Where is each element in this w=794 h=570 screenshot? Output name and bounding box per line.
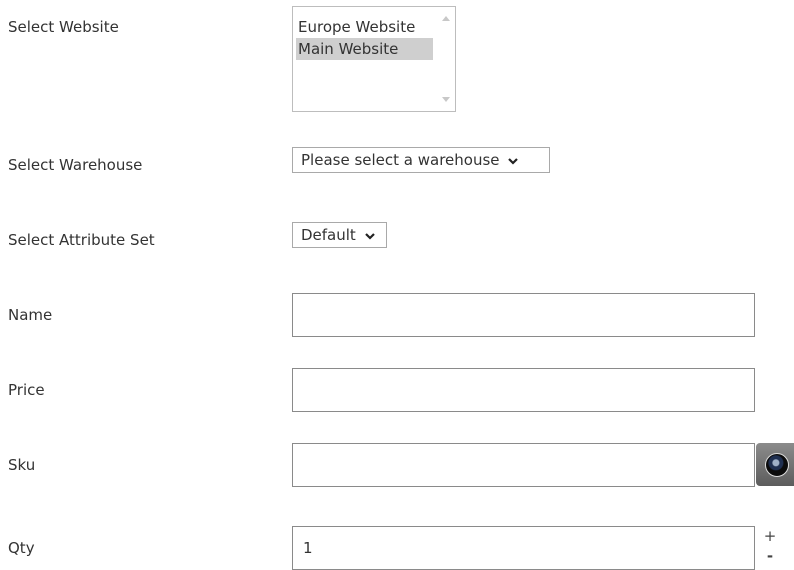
sku-input[interactable] (292, 443, 755, 487)
website-option-europe[interactable]: Europe Website (296, 16, 433, 38)
warehouse-select-value: Please select a warehouse (301, 151, 500, 169)
price-label: Price (8, 381, 45, 399)
name-label: Name (8, 306, 53, 324)
qty-increment-button[interactable]: + (760, 528, 780, 544)
warehouse-label: Select Warehouse (8, 156, 143, 174)
chevron-down-icon (508, 157, 519, 165)
attribute-set-select[interactable]: Default (292, 222, 387, 248)
attribute-set-select-value: Default (301, 226, 356, 244)
camera-icon (765, 453, 789, 477)
website-label: Select Website (8, 18, 119, 36)
chevron-down-icon (364, 232, 375, 240)
warehouse-select[interactable]: Please select a warehouse (292, 147, 550, 173)
qty-input[interactable]: 1 (292, 526, 755, 570)
website-select[interactable]: Europe Website Main Website (292, 6, 456, 112)
scroll-down-arrow-icon[interactable] (442, 97, 450, 102)
website-option-main[interactable]: Main Website (296, 38, 433, 60)
sku-scan-button[interactable] (756, 443, 794, 486)
scroll-up-arrow-icon[interactable] (442, 16, 450, 21)
qty-decrement-button[interactable]: - (760, 548, 780, 564)
price-input[interactable] (292, 368, 755, 412)
qty-label: Qty (8, 539, 35, 557)
attribute-set-label: Select Attribute Set (8, 231, 155, 249)
sku-label: Sku (8, 456, 36, 474)
name-input[interactable] (292, 293, 755, 337)
